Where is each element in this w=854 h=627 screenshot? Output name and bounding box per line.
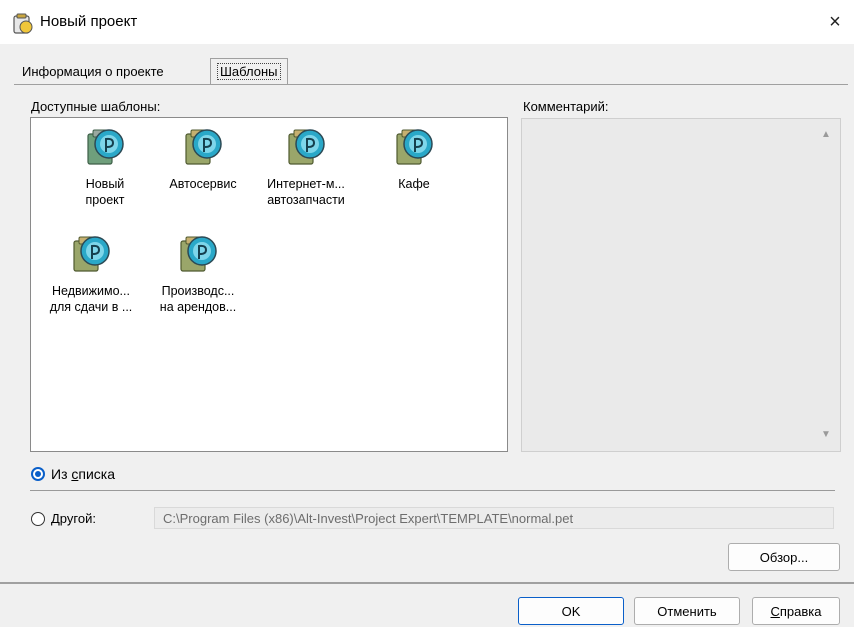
template-icon: [180, 236, 217, 272]
template-item-real-estate[interactable]: Недвижимо... для сдачи в ...: [41, 233, 141, 315]
template-icon: [288, 129, 325, 165]
template-icon: [396, 129, 433, 165]
close-button[interactable]: ×: [820, 8, 850, 36]
template-label: Новый проект: [85, 177, 125, 207]
template-item-production[interactable]: Производс... на арендов...: [148, 233, 248, 315]
template-icon: [185, 129, 222, 165]
template-item-new-project[interactable]: Новый проект: [55, 126, 155, 208]
from-list-radio[interactable]: [31, 467, 45, 481]
template-item-cafe[interactable]: Кафе: [364, 126, 464, 192]
source-divider: [30, 490, 835, 491]
cancel-button[interactable]: Отменить: [634, 597, 740, 625]
template-label: Интернет-м... автозапчасти: [267, 177, 345, 207]
bottom-divider: [0, 582, 854, 584]
other-label[interactable]: Другой:: [51, 511, 96, 526]
ok-button[interactable]: OK: [518, 597, 624, 625]
help-button[interactable]: Справка: [752, 597, 840, 625]
templates-list[interactable]: Новый проект Автосервис Интернет-м... авто…: [30, 117, 508, 452]
template-label: Кафе: [398, 177, 430, 191]
browse-button[interactable]: Обзор...: [728, 543, 840, 571]
scroll-down-arrow-icon[interactable]: ▼: [821, 429, 831, 440]
template-item-internet-shop[interactable]: Интернет-м... автозапчасти: [256, 126, 356, 208]
template-icon: [73, 236, 110, 272]
window-title: Новый проект: [40, 13, 138, 30]
tab-divider: [14, 84, 848, 85]
template-label: Недвижимо... для сдачи в ...: [49, 284, 133, 314]
tab-templates-label: Шаблоны: [217, 63, 281, 80]
scroll-up-arrow-icon[interactable]: ▲: [821, 129, 831, 140]
available-templates-label: Доступные шаблоны:: [31, 99, 161, 114]
template-label: Автосервис: [169, 177, 237, 191]
from-list-label[interactable]: Из списка: [51, 466, 115, 482]
other-radio[interactable]: [31, 512, 45, 526]
template-label: Производс... на арендов...: [159, 284, 237, 314]
template-item-autoservice[interactable]: Автосервис: [153, 126, 253, 192]
comment-label: Комментарий:: [523, 99, 609, 114]
tab-project-info[interactable]: Информация о проекте: [22, 64, 164, 79]
comment-box: ▲ ▼: [521, 118, 841, 452]
project-icon: [13, 13, 33, 34]
tab-templates[interactable]: Шаблоны: [210, 58, 288, 85]
template-path-field[interactable]: C:\Program Files (x86)\Alt-Invest\Projec…: [154, 507, 834, 529]
template-icon: [87, 129, 124, 165]
title-bar: Новый проект ×: [0, 0, 854, 44]
